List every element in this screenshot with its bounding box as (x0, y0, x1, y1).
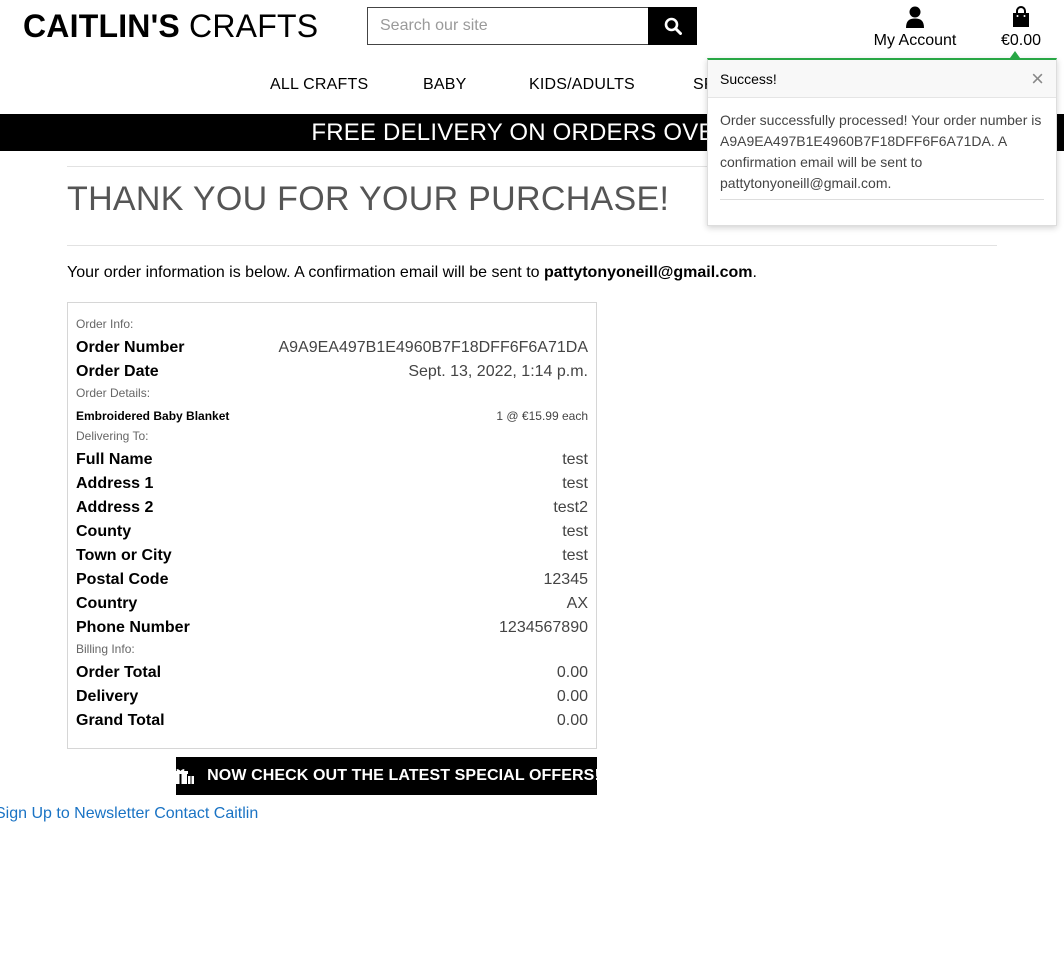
field-value: 0.00 (556, 688, 588, 705)
billing-heading: Billing Info: (76, 642, 135, 656)
my-account-link[interactable]: My Account (866, 2, 964, 51)
intro-end: . (752, 264, 757, 281)
field-label: Address 2 (76, 499, 154, 516)
success-toast: Success! × Order successfully processed!… (707, 51, 1057, 226)
contact-link[interactable]: Contact Caitlin (154, 805, 258, 822)
field-label: Order Total (76, 664, 162, 681)
cta-label: NOW CHECK OUT THE LATEST SPECIAL OFFERS! (207, 767, 600, 784)
close-icon[interactable]: × (1031, 67, 1044, 90)
table-row: Grand Total 0.00 (76, 709, 588, 733)
table-row: Phone Number 1234567890 (76, 616, 588, 640)
order-number-value: A9A9EA497B1E4960B7F18DFF6F6A71DA (278, 339, 588, 356)
user-icon (906, 6, 924, 28)
field-label: Postal Code (76, 571, 169, 588)
search-form (367, 7, 697, 45)
field-label: Country (76, 595, 138, 612)
field-value: 1234567890 (499, 619, 588, 636)
table-row: County test (76, 520, 588, 544)
field-value: AX (566, 595, 588, 612)
table-row: Address 1 test (76, 472, 588, 496)
account-label: My Account (873, 32, 957, 49)
table-row: Address 2 test2 (76, 496, 588, 520)
field-label: Delivery (76, 688, 139, 705)
table-row: Country AX (76, 592, 588, 616)
gift-icon (173, 768, 195, 784)
newsletter-link[interactable]: Sign Up to Newsletter (0, 805, 150, 822)
toast-message: Order successfully processed! Your order… (720, 110, 1044, 200)
special-offers-button[interactable]: NOW CHECK OUT THE LATEST SPECIAL OFFERS! (173, 757, 600, 795)
table-row: Full Name test (76, 448, 588, 472)
order-item-row: Embroidered Baby Blanket 1 @ €15.99 each (76, 405, 588, 427)
site-logo[interactable]: CAITLIN'S CRAFTS (23, 7, 318, 45)
logo-bold: CAITLIN'S (23, 8, 180, 44)
field-value: test (562, 451, 588, 468)
field-value: 0.00 (556, 712, 588, 729)
nav-all-crafts[interactable]: ALL CRAFTS (270, 76, 368, 94)
page-title: THANK YOU FOR YOUR PURCHASE! (67, 180, 670, 218)
order-number-row: Order Number A9A9EA497B1E4960B7F18DFF6F6… (76, 336, 588, 360)
nav-baby[interactable]: BABY (423, 76, 467, 94)
shopping-bag-icon (1013, 6, 1029, 27)
search-icon (664, 17, 682, 35)
toast-arrow (1010, 51, 1020, 58)
delivering-heading: Delivering To: (76, 429, 149, 443)
toast-title: Success! (720, 70, 777, 87)
logo-light: CRAFTS (179, 8, 319, 44)
order-info-heading: Order Info: (76, 317, 134, 331)
field-label: Address 1 (76, 475, 154, 492)
field-value: test (562, 523, 588, 540)
order-date-label: Order Date (76, 363, 159, 380)
field-value: 0.00 (556, 664, 588, 681)
order-date-value: Sept. 13, 2022, 1:14 p.m. (408, 363, 588, 380)
field-value: 12345 (543, 571, 589, 588)
table-row: Order Total 0.00 (76, 661, 588, 685)
search-button[interactable] (648, 7, 697, 45)
intro-message: Your order information is below. A confi… (67, 264, 544, 281)
intro-text: Your order information is below. A confi… (67, 264, 757, 282)
table-row: Delivery 0.00 (76, 685, 588, 709)
intro-email: pattytonyoneill@gmail.com (543, 264, 753, 281)
field-value: test2 (553, 499, 588, 516)
divider (67, 245, 997, 246)
order-summary: Order Info: Order Number A9A9EA497B1E496… (67, 302, 597, 749)
order-number-label: Order Number (76, 339, 185, 356)
order-details-heading: Order Details: (76, 386, 151, 400)
field-label: Town or City (76, 547, 172, 564)
footer-links: Sign Up to Newsletter Contact Caitlin (0, 805, 258, 823)
nav-kids-adults[interactable]: KIDS/ADULTS (529, 76, 635, 94)
field-label: Phone Number (76, 619, 190, 636)
table-row: Town or City test (76, 544, 588, 568)
item-quantity: 1 @ €15.99 each (496, 409, 588, 423)
cart-link[interactable]: €0.00 (994, 2, 1048, 51)
field-value: test (562, 475, 588, 492)
field-label: Grand Total (76, 712, 165, 729)
item-name: Embroidered Baby Blanket (76, 409, 230, 423)
field-label: Full Name (76, 451, 153, 468)
field-label: County (76, 523, 132, 540)
cart-total: €0.00 (1000, 32, 1042, 49)
search-input[interactable] (367, 7, 648, 45)
order-date-row: Order Date Sept. 13, 2022, 1:14 p.m. (76, 360, 588, 384)
field-value: test (562, 547, 588, 564)
toast-header: Success! × (708, 60, 1056, 98)
table-row: Postal Code 12345 (76, 568, 588, 592)
